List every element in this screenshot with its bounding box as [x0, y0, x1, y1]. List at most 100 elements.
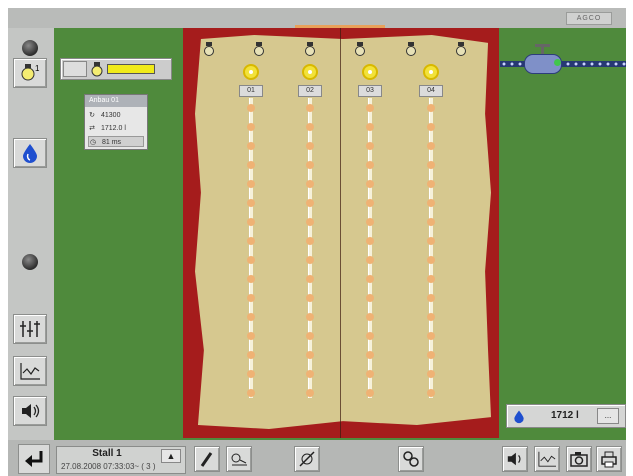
feed-pan [247, 275, 255, 283]
feed-pan [247, 123, 255, 131]
stall-datetime: 27.08.2008 07:33:03~ ( 3 ) [61, 462, 156, 471]
feed-pan [427, 218, 435, 226]
lamp-icon [91, 61, 103, 81]
light-bulb-icon[interactable] [204, 42, 214, 56]
info-panel[interactable]: Anbau 01 ↻ 41300 ⇄ 1712.0 l ◷ 81 ms [84, 94, 148, 150]
feed-line-label[interactable]: 03 [358, 85, 382, 97]
light-control-bar [60, 58, 172, 80]
feed-hopper-icon[interactable] [362, 64, 378, 80]
rotation-icon: ↻ [89, 112, 95, 119]
chart-icon [20, 363, 40, 380]
feed-pan [427, 351, 435, 359]
feed-pan [306, 332, 314, 340]
feed-pan [247, 313, 255, 321]
feed-pan [306, 275, 314, 283]
feed-pan [306, 104, 314, 112]
feed-pan [366, 104, 374, 112]
feed-pan [306, 161, 314, 169]
speaker-button[interactable] [502, 446, 528, 472]
light-bulb-icon[interactable] [304, 42, 315, 56]
chart-button[interactable] [534, 446, 560, 472]
info-row-feed: ⇄ 1712.0 l [89, 125, 126, 132]
feed-pan [366, 370, 374, 378]
feed-pan [427, 237, 435, 245]
feed-pan [427, 275, 435, 283]
feed-pan [427, 256, 435, 264]
water-details-button[interactable]: ... [597, 408, 619, 424]
feed-pan [427, 370, 435, 378]
mixer-settings-button[interactable] [13, 314, 47, 344]
lamp-one-button[interactable]: 1 [13, 58, 47, 88]
no-light-button[interactable] [294, 446, 320, 472]
speaker-button[interactable] [13, 396, 47, 426]
feed-pan [366, 237, 374, 245]
feed-pan [427, 313, 435, 321]
feed-pan [247, 104, 255, 112]
gears-button[interactable] [398, 446, 424, 472]
feed-pan [427, 180, 435, 188]
print-button[interactable] [596, 446, 622, 472]
feed-pan [366, 218, 374, 226]
stall-name: Stall 1 [92, 448, 122, 459]
enter-button[interactable] [18, 444, 50, 474]
feed-pan [366, 199, 374, 207]
feed-pan [366, 142, 374, 150]
house-centerline [340, 28, 341, 438]
poultry-house: 01 02 03 04 [183, 28, 499, 438]
feed-pan [247, 161, 255, 169]
camera-button[interactable] [566, 446, 592, 472]
feed-pan [427, 142, 435, 150]
feeder-tool-button[interactable] [226, 446, 252, 472]
feed-pan [247, 237, 255, 245]
feed-pan [247, 370, 255, 378]
light-level-bar[interactable] [107, 64, 155, 74]
stall-up-button[interactable]: ▲ [161, 449, 181, 463]
feed-pan [366, 180, 374, 188]
feed-pan [427, 389, 435, 397]
light-bulb-icon[interactable] [456, 42, 466, 56]
feed-pan [306, 370, 314, 378]
feed-pan [366, 351, 374, 359]
feed-hopper-icon[interactable] [243, 64, 259, 80]
feed-chain [500, 61, 626, 67]
gears-icon [403, 451, 419, 467]
feed-pan [306, 123, 314, 131]
light-bulb-icon[interactable] [405, 42, 416, 56]
brush-tool-button[interactable] [194, 446, 220, 472]
water-drop-button[interactable] [13, 138, 47, 168]
speaker-icon [22, 404, 40, 418]
camera-icon [570, 452, 588, 467]
feed-line-label[interactable]: 04 [419, 85, 443, 97]
feed-hopper-icon[interactable] [302, 64, 318, 80]
feed-hopper-icon[interactable] [423, 64, 439, 80]
feed-pan [427, 104, 435, 112]
feed-pan [247, 389, 255, 397]
water-consumption-box: 1712 l ... [506, 404, 626, 428]
info-row-timer: ◷ 81 ms [88, 136, 144, 147]
light-bulb-icon[interactable] [254, 42, 265, 56]
lamp-icon: 1 [21, 64, 40, 81]
feed-pan [427, 123, 435, 131]
feeder-tool-icon [231, 453, 247, 466]
water-drop-icon [513, 409, 525, 427]
bottom-toolbar: Stall 1 27.08.2008 07:33:03~ ( 3 ) ▲ [8, 440, 626, 476]
light-toggle-button[interactable] [63, 61, 87, 77]
light-bulb-icon[interactable] [355, 42, 366, 56]
indicator-dot-icon [22, 254, 38, 270]
feed-pan [306, 237, 314, 245]
feed-pan [306, 199, 314, 207]
feed-line-label[interactable]: 01 [239, 85, 263, 97]
feed-pan [306, 218, 314, 226]
feed-pan [366, 313, 374, 321]
enter-arrow-icon [25, 451, 43, 467]
stall-selector[interactable]: Stall 1 27.08.2008 07:33:03~ ( 3 ) ▲ [56, 446, 186, 474]
chart-button[interactable] [13, 356, 47, 386]
feed-line-label[interactable]: 02 [298, 85, 322, 97]
timer-icon: ◷ [89, 139, 97, 146]
svg-text:1: 1 [35, 64, 40, 73]
feed-pan [306, 180, 314, 188]
feed-pan [306, 256, 314, 264]
feed-pan [427, 294, 435, 302]
brand-logo: AGCO [566, 12, 612, 25]
info-row-rotation: ↻ 41300 [89, 112, 121, 119]
